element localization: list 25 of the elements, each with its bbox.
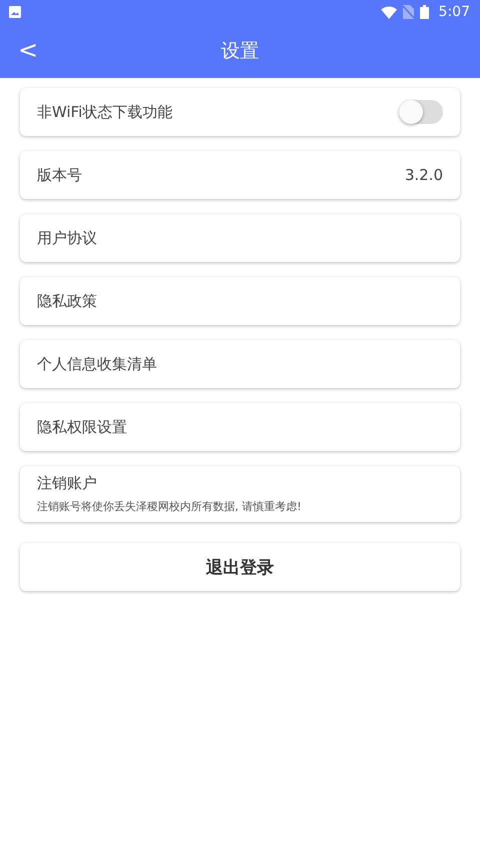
toggle-switch[interactable] (399, 100, 443, 124)
wifi-icon (380, 6, 397, 18)
settings-row[interactable]: 个人信息收集清单 (20, 340, 460, 388)
row-label: 非WiFi状态下载功能 (37, 102, 174, 122)
page-title: 设置 (221, 39, 259, 64)
version-value: 3.2.0 (404, 166, 443, 184)
row-label: 版本号 (37, 166, 83, 184)
row-label: 个人信息收集清单 (37, 354, 158, 374)
settings-row[interactable]: 版本号 3.2.0 (20, 151, 460, 199)
settings-row[interactable]: 非WiFi状态下载功能 (20, 88, 460, 136)
settings-row[interactable]: 隐私政策 (20, 277, 460, 325)
image-icon (8, 5, 22, 19)
no-sim-icon (402, 5, 414, 19)
row-label: 隐私政策 (37, 292, 98, 310)
status-time: 5:07 (438, 4, 470, 20)
battery-icon (420, 5, 429, 19)
logout-button[interactable]: 退出登录 (20, 543, 460, 591)
settings-row[interactable]: 隐私权限设置 (20, 403, 460, 451)
row-label: 注销账户 (37, 474, 97, 493)
settings-row[interactable]: 注销账户 注销账号将使你丢失泽稷网校内所有数据, 请慎重考虑! (20, 466, 460, 522)
settings-row[interactable]: 用户协议 (20, 214, 460, 262)
back-button[interactable]: < (12, 34, 44, 66)
warning-note: 注销账号将使你丢失泽稷网校内所有数据, 请慎重考虑! (37, 499, 302, 514)
row-label: 用户协议 (37, 228, 98, 248)
row-label: 隐私权限设置 (37, 418, 128, 436)
